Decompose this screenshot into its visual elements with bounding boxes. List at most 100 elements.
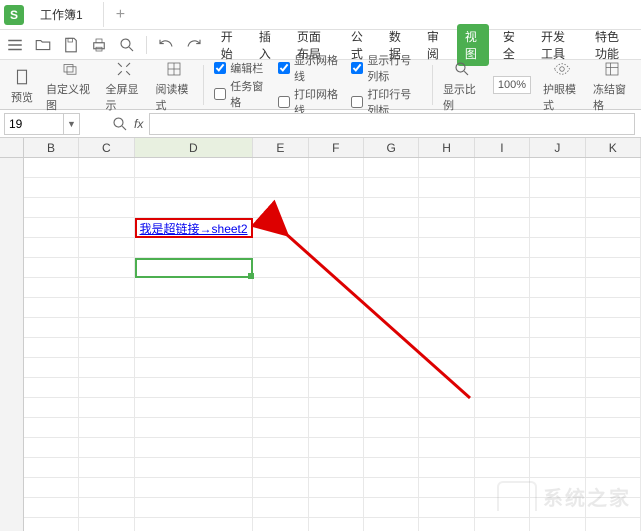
cell[interactable] [24, 158, 79, 178]
cell[interactable] [419, 378, 474, 398]
row-header[interactable] [0, 418, 24, 438]
redo-icon[interactable] [185, 36, 203, 54]
cell[interactable] [530, 378, 585, 398]
cell[interactable] [79, 338, 134, 358]
cell[interactable] [586, 378, 641, 398]
cell[interactable] [79, 318, 134, 338]
cell[interactable] [475, 198, 530, 218]
cell[interactable] [364, 258, 419, 278]
cell[interactable] [364, 498, 419, 518]
cell[interactable] [364, 318, 419, 338]
cell[interactable] [475, 398, 530, 418]
cell[interactable] [364, 278, 419, 298]
cell[interactable] [79, 378, 134, 398]
cell[interactable] [309, 218, 364, 238]
cell[interactable] [364, 298, 419, 318]
cell[interactable] [309, 238, 364, 258]
cell[interactable] [530, 238, 585, 258]
cell[interactable] [586, 358, 641, 378]
cell[interactable] [586, 218, 641, 238]
cell[interactable] [530, 258, 585, 278]
cell[interactable] [253, 298, 308, 318]
cell[interactable] [309, 338, 364, 358]
cell[interactable] [253, 378, 308, 398]
cell[interactable] [586, 258, 641, 278]
cell[interactable] [419, 498, 474, 518]
cell[interactable] [419, 278, 474, 298]
cell[interactable] [79, 158, 134, 178]
cell[interactable] [253, 518, 308, 531]
eye-mode-group[interactable]: 护眼模式 [539, 57, 585, 113]
cell[interactable] [135, 158, 254, 178]
cell[interactable] [79, 358, 134, 378]
cell[interactable] [24, 218, 79, 238]
undo-icon[interactable] [157, 36, 175, 54]
cell[interactable] [586, 338, 641, 358]
cell[interactable] [79, 398, 134, 418]
cell[interactable] [419, 158, 474, 178]
cell[interactable] [135, 498, 254, 518]
cell[interactable] [419, 518, 474, 531]
cell[interactable] [309, 258, 364, 278]
row-header[interactable] [0, 278, 24, 298]
cell[interactable] [419, 178, 474, 198]
cell[interactable] [24, 398, 79, 418]
cell[interactable] [135, 338, 254, 358]
zoom-group[interactable]: 显示比例 [439, 57, 485, 113]
cell[interactable] [135, 238, 254, 258]
row-header[interactable] [0, 458, 24, 478]
open-icon[interactable] [34, 36, 52, 54]
cell[interactable] [135, 458, 254, 478]
cell[interactable] [475, 238, 530, 258]
fx-button[interactable] [110, 113, 130, 135]
cell[interactable] [475, 278, 530, 298]
cell[interactable] [530, 198, 585, 218]
workbook-tab[interactable]: 工作簿1 [30, 2, 104, 27]
cell[interactable] [364, 518, 419, 531]
cell[interactable] [79, 418, 134, 438]
cell[interactable] [364, 218, 419, 238]
cell[interactable] [24, 258, 79, 278]
col-C[interactable]: C [79, 138, 134, 157]
cell[interactable] [253, 458, 308, 478]
cell[interactable] [530, 358, 585, 378]
cell[interactable] [475, 158, 530, 178]
cell[interactable] [530, 438, 585, 458]
cell[interactable] [364, 238, 419, 258]
cell[interactable] [79, 518, 134, 531]
cell[interactable] [586, 438, 641, 458]
cell[interactable] [530, 158, 585, 178]
cell[interactable] [79, 258, 134, 278]
cell[interactable] [530, 318, 585, 338]
col-I[interactable]: I [475, 138, 530, 157]
cell[interactable] [419, 358, 474, 378]
cell[interactable] [24, 478, 79, 498]
cell[interactable] [530, 518, 585, 531]
print-icon[interactable] [90, 36, 108, 54]
row-header[interactable] [0, 218, 24, 238]
cell[interactable] [135, 318, 254, 338]
cell[interactable] [530, 178, 585, 198]
cell[interactable] [253, 238, 308, 258]
cell[interactable] [135, 478, 254, 498]
cell[interactable] [475, 178, 530, 198]
cell[interactable] [309, 518, 364, 531]
save-icon[interactable] [62, 36, 80, 54]
cell[interactable] [79, 438, 134, 458]
cell[interactable] [79, 198, 134, 218]
row-header[interactable] [0, 438, 24, 458]
cell[interactable] [586, 178, 641, 198]
cell[interactable] [24, 458, 79, 478]
cell[interactable] [24, 238, 79, 258]
cell[interactable] [24, 358, 79, 378]
grid-body[interactable]: 我是超链接→sheet2 [0, 158, 641, 531]
tab-security[interactable]: 安全 [495, 24, 527, 66]
row-header[interactable] [0, 298, 24, 318]
cell[interactable] [475, 218, 530, 238]
cell[interactable] [364, 358, 419, 378]
cell[interactable] [24, 498, 79, 518]
name-box-dropdown[interactable]: ▼ [64, 113, 80, 135]
preview-group[interactable]: 预览 [6, 65, 38, 105]
chk-taskpane[interactable]: 任务窗格 [214, 78, 266, 110]
cell[interactable]: 我是超链接→sheet2 [135, 218, 254, 238]
